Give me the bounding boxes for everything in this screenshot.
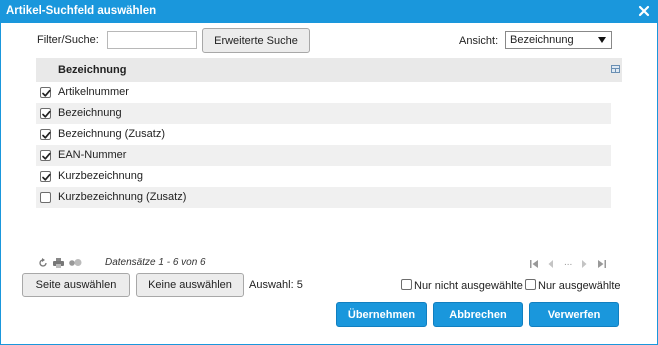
select-page-button[interactable]: Seite auswählen [22,273,130,297]
checkbox-checked[interactable] [40,108,51,119]
refresh-icon[interactable] [38,258,48,271]
row-label: Artikelnummer [58,86,129,98]
cancel-button[interactable]: Abbrechen [433,302,523,327]
apply-button[interactable]: Übernehmen [336,302,427,327]
row-label: EAN-Nummer [58,149,127,161]
only-unselected-checkbox[interactable] [401,279,412,290]
next-page-icon[interactable] [581,259,587,271]
checkbox-checked[interactable] [40,171,51,182]
checkbox-checked[interactable] [40,87,51,98]
print-icon[interactable] [53,258,64,271]
row-label: Kurzbezeichnung (Zusatz) [58,191,187,203]
column-header-bezeichnung[interactable]: Bezeichnung [58,64,126,76]
pager-ellipsis: ... [564,257,573,268]
row-label: Kurzbezeichnung [58,170,144,182]
article-search-field-dialog: Artikel-Suchfeld auswählen Filter/Suche:… [0,0,658,345]
row-label: Bezeichnung (Zusatz) [58,128,165,140]
dialog-title: Artikel-Suchfeld auswählen [6,5,157,17]
chevron-down-icon [598,37,606,43]
only-selected-checkbox[interactable] [525,279,536,290]
selection-count: Auswahl: 5 [249,279,303,291]
discard-button[interactable]: Verwerfen [529,302,619,327]
prev-page-icon[interactable] [548,259,554,271]
dots-icon[interactable] [69,258,82,270]
dialog-titlebar: Artikel-Suchfeld auswählen [1,1,657,23]
records-info: Datensätze 1 - 6 von 6 [105,257,206,268]
close-icon[interactable] [637,4,651,18]
only-unselected-label: Nur nicht ausgewählte [414,280,523,292]
select-none-button[interactable]: Keine auswählen [136,273,244,297]
column-chooser-icon[interactable] [611,64,620,73]
last-page-icon[interactable] [597,259,606,271]
advanced-search-button[interactable]: Erweiterte Suche [202,28,310,53]
table-row[interactable]: Bezeichnung (Zusatz) [36,124,611,145]
filter-label: Filter/Suche: [37,34,99,46]
view-label: Ansicht: [459,35,499,47]
only-selected-label: Nur ausgewählte [538,280,621,292]
view-select[interactable]: Bezeichnung [505,31,612,49]
checkbox-unchecked[interactable] [40,192,51,203]
table-row[interactable]: Kurzbezeichnung (Zusatz) [36,187,611,208]
filter-input[interactable] [107,31,197,49]
checkbox-checked[interactable] [40,129,51,140]
checkbox-checked[interactable] [40,150,51,161]
row-label: Bezeichnung [58,107,122,119]
view-select-value: Bezeichnung [510,34,574,46]
table-row[interactable]: Bezeichnung [36,103,611,124]
table-row[interactable]: Kurzbezeichnung [36,166,611,187]
first-page-icon[interactable] [530,259,539,271]
table-header: Bezeichnung [36,58,622,82]
table-row[interactable]: Artikelnummer [36,82,611,103]
table-row[interactable]: EAN-Nummer [36,145,611,166]
